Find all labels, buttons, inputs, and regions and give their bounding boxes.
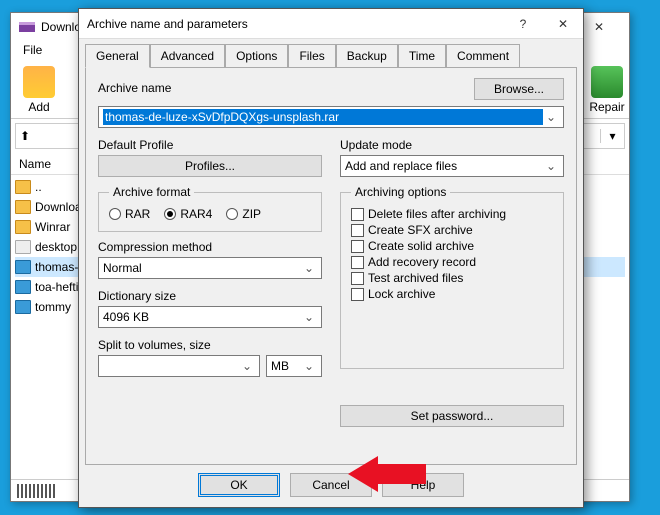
format-zip[interactable]: ZIP: [226, 207, 261, 221]
toolbar-add[interactable]: Add: [17, 66, 61, 114]
dictionary-label: Dictionary size: [98, 289, 322, 303]
tab-strip: General Advanced Options Files Backup Ti…: [79, 39, 583, 67]
tab-comment[interactable]: Comment: [446, 44, 520, 68]
radio-icon: [226, 208, 238, 220]
tab-files[interactable]: Files: [288, 44, 335, 68]
checkbox-icon: [351, 288, 364, 301]
file-icon: [15, 240, 31, 254]
radio-icon: [164, 208, 176, 220]
archive-name-label: Archive name: [98, 81, 474, 95]
split-unit-select[interactable]: MB ⌄: [266, 355, 322, 377]
split-label: Split to volumes, size: [98, 338, 322, 352]
split-size-input[interactable]: ⌄: [98, 355, 260, 377]
image-icon: [15, 260, 31, 274]
opt-lock[interactable]: Lock archive: [351, 287, 553, 301]
archive-format-legend: Archive format: [109, 185, 194, 199]
chevron-down-icon[interactable]: ⌄: [239, 359, 255, 373]
winrar-app-icon: [19, 19, 35, 35]
checkbox-icon: [351, 256, 364, 269]
tab-advanced[interactable]: Advanced: [150, 44, 225, 68]
archive-params-dialog: Archive name and parameters ? ✕ General …: [78, 8, 584, 508]
archive-format-group: Archive format RAR RAR4 ZIP: [98, 185, 322, 232]
repair-icon: [591, 66, 623, 98]
image-icon: [15, 300, 31, 314]
opt-delete-after[interactable]: Delete files after archiving: [351, 207, 553, 221]
format-rar[interactable]: RAR: [109, 207, 150, 221]
chevron-down-icon[interactable]: ⌄: [301, 310, 317, 324]
up-icon[interactable]: ⬆: [16, 129, 34, 143]
dialog-titlebar: Archive name and parameters ? ✕: [79, 9, 583, 39]
archive-name-input[interactable]: thomas-de-luze-xSvDfpDQXgs-unsplash.rar …: [98, 106, 564, 128]
toolbar-repair[interactable]: Repair: [585, 66, 629, 114]
archiving-options-legend: Archiving options: [351, 185, 450, 199]
compression-label: Compression method: [98, 240, 322, 254]
update-mode-select[interactable]: Add and replace files ⌄: [340, 155, 564, 177]
opt-recovery[interactable]: Add recovery record: [351, 255, 553, 269]
checkbox-icon: [351, 208, 364, 221]
opt-solid[interactable]: Create solid archive: [351, 239, 553, 253]
tab-general[interactable]: General: [85, 44, 150, 68]
browse-button[interactable]: Browse...: [474, 78, 564, 100]
chevron-down-icon[interactable]: ⌄: [301, 261, 317, 275]
profiles-button[interactable]: Profiles...: [98, 155, 322, 177]
chevron-down-icon[interactable]: ⌄: [543, 159, 559, 173]
help-icon[interactable]: ?: [503, 9, 543, 39]
checkbox-icon: [351, 240, 364, 253]
update-mode-label: Update mode: [340, 138, 564, 152]
menu-file[interactable]: File: [17, 41, 48, 61]
default-profile-label: Default Profile: [98, 138, 322, 152]
status-icon: [17, 484, 57, 498]
folder-icon: [15, 180, 31, 194]
dictionary-select[interactable]: 4096 KB ⌄: [98, 306, 322, 328]
dialog-button-row: OK Cancel Help: [79, 473, 583, 497]
radio-icon: [109, 208, 121, 220]
image-icon: [15, 280, 31, 294]
compression-select[interactable]: Normal ⌄: [98, 257, 322, 279]
set-password-button[interactable]: Set password...: [340, 405, 564, 427]
tab-panel-general: Archive name Browse... thomas-de-luze-xS…: [85, 67, 577, 465]
chevron-down-icon[interactable]: ⌄: [301, 359, 317, 373]
tab-time[interactable]: Time: [398, 44, 446, 68]
ok-button[interactable]: OK: [198, 473, 280, 497]
checkbox-icon: [351, 224, 364, 237]
checkbox-icon: [351, 272, 364, 285]
add-icon: [23, 66, 55, 98]
dialog-title: Archive name and parameters: [87, 17, 503, 31]
tab-options[interactable]: Options: [225, 44, 288, 68]
opt-sfx[interactable]: Create SFX archive: [351, 223, 553, 237]
format-rar4[interactable]: RAR4: [164, 207, 212, 221]
opt-test[interactable]: Test archived files: [351, 271, 553, 285]
folder-icon: [15, 200, 31, 214]
help-button[interactable]: Help: [382, 473, 464, 497]
path-dropdown[interactable]: ▾: [600, 129, 624, 143]
tab-backup[interactable]: Backup: [336, 44, 398, 68]
close-icon[interactable]: ✕: [543, 9, 583, 39]
archiving-options-group: Archiving options Delete files after arc…: [340, 185, 564, 369]
chevron-down-icon[interactable]: ⌄: [543, 110, 559, 124]
folder-icon: [15, 220, 31, 234]
cancel-button[interactable]: Cancel: [290, 473, 372, 497]
